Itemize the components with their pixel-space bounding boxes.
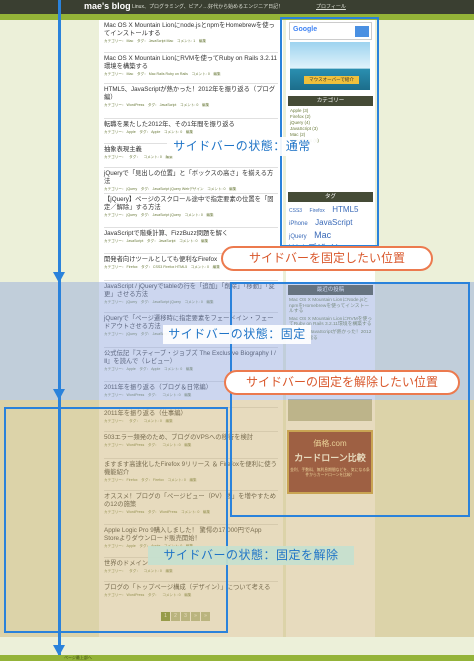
post-divider <box>104 52 278 53</box>
post-title-link[interactable]: Mac OS X Mountain Lionにnode.jsとnpmをHomeb… <box>104 22 278 38</box>
post-item: jQueryで「見出しの位置」と「ボックスの高さ」を揃える方法 カテゴリー： jQ… <box>104 170 278 192</box>
post-divider <box>104 280 278 281</box>
post-meta: カテゴリー： JavaScript タグ： JavaScript コメント: 0… <box>104 239 209 243</box>
post-item: 【jQuery】ページのスクロール途中で指定要素の位置を「固定／解除」する方法カ… <box>104 196 278 218</box>
post-title-link[interactable]: HTML5、JavaScriptが熱かった！2012年を振り返る（プログ編） <box>104 86 278 102</box>
profile-link[interactable]: プロフィール <box>316 3 346 10</box>
post-meta: カテゴリー： WordPress タグ： JavaScript コメント: 0 … <box>104 103 210 107</box>
state-released-label: サイドバーの状態：固定を解除 <box>148 546 354 565</box>
fix-point-callout: サイドバーを固定したい位置 <box>221 246 433 271</box>
state-normal-label: サイドバーの状態：通常 <box>167 137 317 156</box>
post-item: JavaScriptで階乗計算、FizzBuzz問題を解く カテゴリー： Java… <box>104 230 278 244</box>
sidebar-normal-frame <box>280 17 379 247</box>
site-brand[interactable]: mae's blog <box>84 1 131 11</box>
sidebar-fixed-frame <box>230 282 470 517</box>
site-header: mae's blog Linux、プログラミング、ピアノ…好代から始めるエンジニ… <box>0 0 474 14</box>
post-divider <box>104 118 278 119</box>
post-divider <box>104 227 278 228</box>
unfix-point-callout: サイドバーの固定を解除したい位置 <box>224 370 460 395</box>
post-item: Mac OS X Mountain Lionにnode.jsとnpmをHomeb… <box>104 22 278 44</box>
post-item: Mac OS X Mountain LionにRVMを使ってRuby on Ra… <box>104 55 278 77</box>
post-item: 転職を果たした2012年、その1年間を振り返る カテゴリー： Apple タグ： … <box>104 121 278 135</box>
post-meta: カテゴリー： Mac タグ： JavaScript Mac コメント: 1 編集 <box>104 39 207 43</box>
post-title-link[interactable]: jQueryで「見出しの位置」と「ボックスの高さ」を揃える方法 <box>104 170 278 186</box>
arrow-down-icon <box>53 389 65 400</box>
site-tagline: Linux、プログラミング、ピアノ…好代から始めるエンジニア日記！ <box>132 4 284 10</box>
post-meta: カテゴリー： jQuery タグ： JavaScript jQuery Webデ… <box>104 187 237 191</box>
post-meta: カテゴリー： jQuery タグ： JavaScript jQuery コメント… <box>104 213 214 217</box>
post-meta: カテゴリー： Mac タグ： Mac Rails Ruby on Rails コ… <box>104 72 221 76</box>
post-title-link[interactable]: JavaScriptで階乗計算、FizzBuzz問題を解く <box>104 230 278 238</box>
state-fixed-label: サイドバーの状態：固定 <box>163 325 311 344</box>
back-to-top-link[interactable]: ページ最上部へ <box>64 655 92 661</box>
post-title-link[interactable]: 【jQuery】ページのスクロール途中で指定要素の位置を「固定／解除」する方法 <box>104 196 278 212</box>
post-meta: カテゴリー： Apple タグ： Apple コメント: 0 編集 <box>104 130 194 134</box>
arrow-down-icon <box>53 272 65 283</box>
post-title-link[interactable]: 転職を果たした2012年、その1年間を振り返る <box>104 121 278 129</box>
post-title-link[interactable]: Mac OS X Mountain LionにRVMを使ってRuby on Ra… <box>104 55 278 71</box>
post-divider <box>104 83 278 84</box>
footer-bar: ページ最上部へ <box>0 655 474 661</box>
post-item: HTML5、JavaScriptが熱かった！2012年を振り返る（プログ編） カテ… <box>104 86 278 108</box>
post-divider <box>104 167 278 168</box>
post-divider <box>104 193 278 194</box>
sidebar-released-frame <box>4 407 228 633</box>
